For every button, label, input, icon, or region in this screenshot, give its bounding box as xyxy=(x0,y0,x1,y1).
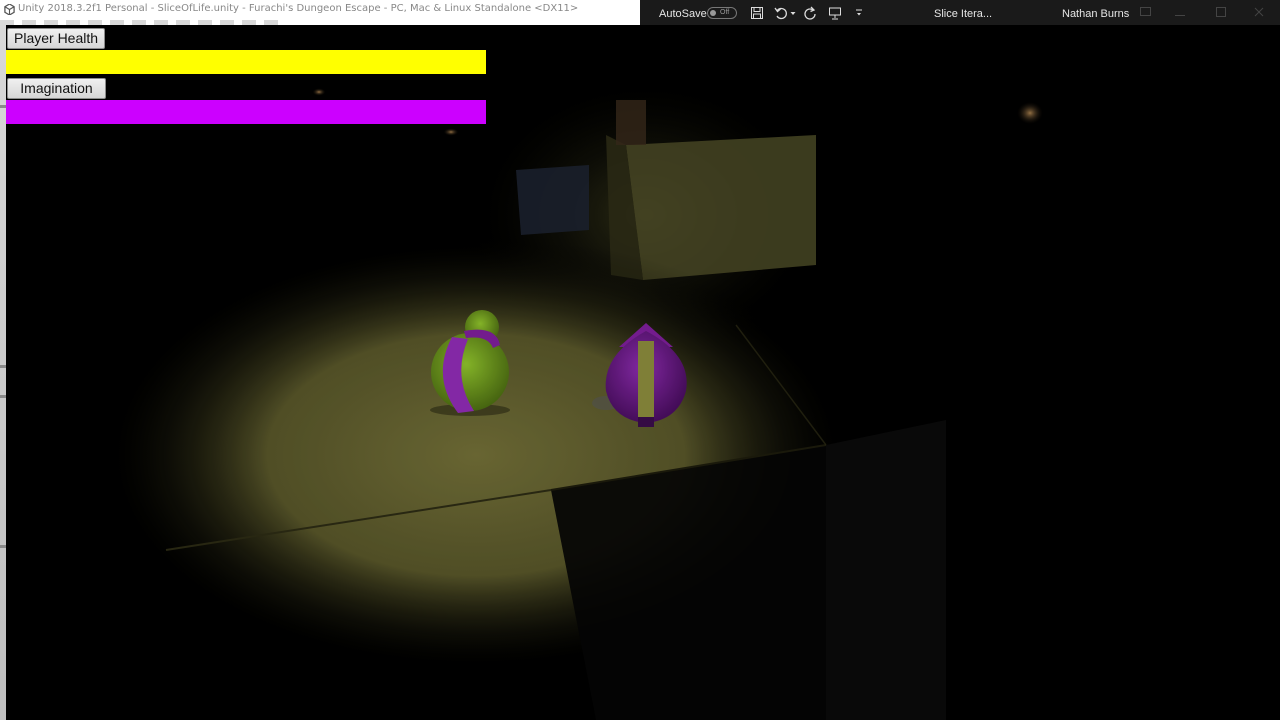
vignette xyxy=(6,25,1280,720)
undo-dropdown-icon[interactable] xyxy=(790,6,796,20)
unity-title-bar: Unity 2018.3.2f1 Personal - SliceOfLife.… xyxy=(0,0,640,25)
user-name[interactable]: Nathan Burns xyxy=(1062,8,1129,20)
present-icon[interactable] xyxy=(828,6,842,20)
undo-icon[interactable] xyxy=(774,6,788,20)
close-icon[interactable] xyxy=(1254,7,1264,17)
autosave-toggle[interactable]: Off xyxy=(707,7,737,19)
minimize-icon[interactable] xyxy=(1175,10,1185,16)
imagination-bar xyxy=(6,100,486,124)
office-title-bar: AutoSave Off Slice Itera... Nathan Burns xyxy=(640,0,1280,25)
player-health-bar xyxy=(6,50,486,74)
save-icon[interactable] xyxy=(750,6,764,20)
unity-window-title: Unity 2018.3.2f1 Personal - SliceOfLife.… xyxy=(18,3,579,14)
autosave-state: Off xyxy=(720,9,730,16)
document-title[interactable]: Slice Itera... xyxy=(934,8,992,20)
game-viewport[interactable] xyxy=(6,25,1280,720)
redo-icon[interactable] xyxy=(803,6,817,20)
toggle-knob xyxy=(710,10,716,16)
scene-render xyxy=(6,25,1280,720)
maximize-icon[interactable] xyxy=(1216,7,1226,17)
autosave-label: AutoSave xyxy=(659,8,707,20)
unity-logo-icon xyxy=(4,4,15,15)
customize-toolbar-icon[interactable] xyxy=(855,6,863,20)
ribbon-display-icon[interactable] xyxy=(1140,7,1151,16)
player-health-label[interactable]: Player Health xyxy=(7,28,106,49)
imagination-label[interactable]: Imagination xyxy=(7,78,106,99)
